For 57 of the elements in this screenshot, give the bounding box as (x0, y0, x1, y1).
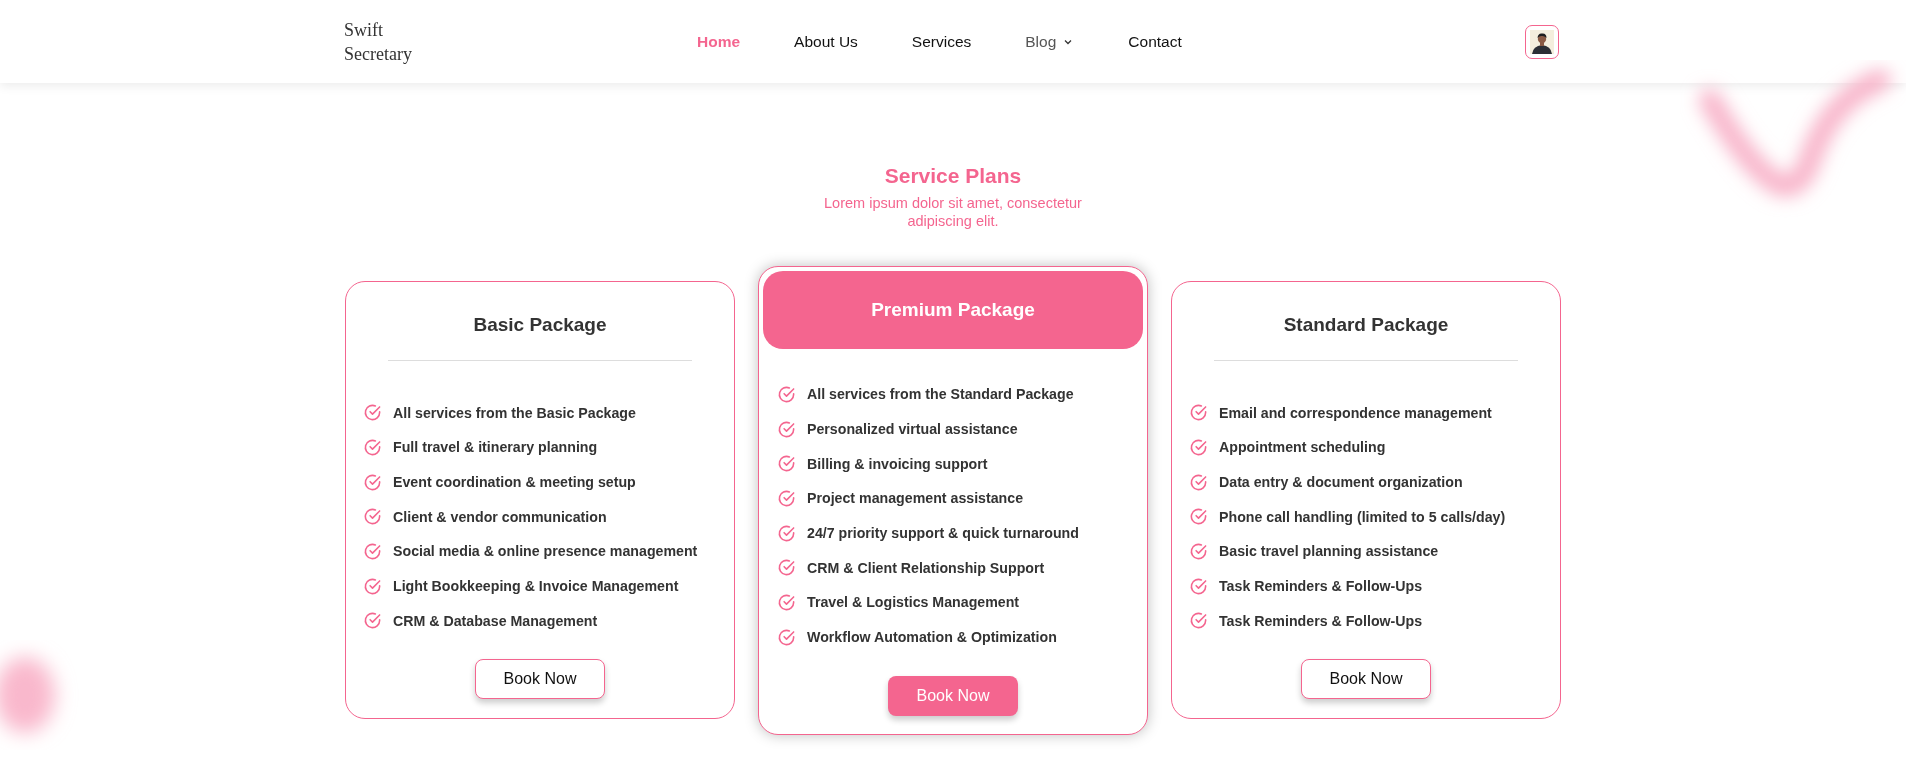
feature-text: 24/7 priority support & quick turnaround (807, 525, 1079, 542)
check-circle-icon (1189, 541, 1208, 561)
check-circle-icon (777, 454, 796, 474)
check-circle-icon (777, 523, 796, 543)
nav-link[interactable]: Services (911, 32, 972, 51)
check-circle-icon (363, 403, 382, 423)
feature-text: Travel & Logistics Management (807, 594, 1020, 611)
feature-text: Billing & invoicing support (807, 455, 988, 472)
plan-title-banner: Premium Package (763, 271, 1143, 349)
feature-text: Event coordination & meeting setup (393, 474, 636, 491)
feature-text: Task Reminders & Follow-Ups (1219, 578, 1423, 595)
feature-text: Light Bookkeeping & Invoice Management (393, 578, 679, 595)
feature-text: Full travel & itinerary planning (393, 439, 598, 456)
feature-text: Data entry & document organization (1219, 474, 1463, 491)
feature-text: All services from the Basic Package (393, 404, 636, 421)
check-circle-icon (363, 507, 382, 527)
nav-link[interactable]: Contact (1128, 32, 1182, 51)
nav-link[interactable]: About Us (794, 32, 858, 51)
check-circle-icon (777, 384, 796, 404)
avatar-button[interactable] (1525, 24, 1559, 59)
check-circle-icon (1189, 472, 1208, 492)
check-circle-icon (1189, 507, 1208, 527)
check-circle-icon (777, 488, 796, 508)
feature-text: Email and correspondence management (1219, 404, 1492, 421)
nav-link[interactable]: Blog (1025, 32, 1075, 51)
feature-text: Basic travel planning assistance (1219, 543, 1439, 560)
feature-text: Task Reminders & Follow-Ups (1219, 612, 1423, 629)
feature-text: Workflow Automation & Optimization (807, 629, 1057, 646)
brand-logo[interactable]: Swift Secretary (344, 17, 697, 66)
feature-text: Appointment scheduling (1219, 439, 1386, 456)
section-subtitle: Lorem ipsum dolor sit amet, consectetur adipiscing elit. (823, 194, 1083, 230)
book-now-button[interactable]: Book Now (475, 659, 605, 700)
feature-text: All services from the Standard Package (807, 386, 1074, 403)
check-circle-icon (363, 472, 382, 492)
feature-text: Client & vendor communication (393, 508, 607, 525)
check-circle-icon (363, 611, 382, 631)
check-circle-icon (363, 541, 382, 561)
feature-text: CRM & Client Relationship Support (807, 559, 1045, 576)
check-circle-icon (1189, 576, 1208, 596)
check-circle-icon (777, 627, 796, 647)
check-circle-icon (777, 592, 796, 612)
section-title: Service Plans (884, 164, 1022, 188)
check-circle-icon (1189, 611, 1208, 631)
check-circle-icon (363, 437, 382, 457)
feature-text: Phone call handling (limited to 5 calls/day) (1219, 508, 1506, 525)
check-circle-icon (1189, 403, 1208, 423)
feature-text: Personalized virtual assistance (807, 421, 1018, 438)
check-circle-icon (363, 576, 382, 596)
feature-text: Social media & online presence management (393, 543, 698, 560)
check-circle-icon (1189, 437, 1208, 457)
feature-text: Project management assistance (807, 490, 1024, 507)
check-circle-icon (777, 419, 796, 439)
book-now-button[interactable]: Book Now (1301, 659, 1431, 700)
plan-title: Standard Package (1283, 313, 1449, 338)
feature-text: CRM & Database Management (393, 612, 598, 629)
plan-title: Basic Package (473, 313, 607, 338)
check-circle-icon (777, 558, 796, 578)
